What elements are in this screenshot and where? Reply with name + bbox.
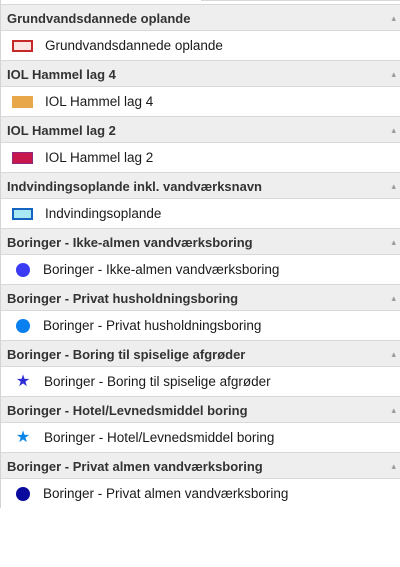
- group-title: Boringer - Privat husholdningsboring: [7, 291, 239, 306]
- dot-icon: [16, 486, 30, 501]
- group-title: Boringer - Boring til spiselige afgrøder: [7, 347, 246, 362]
- group-title: Boringer - Hotel/Levnedsmiddel boring: [7, 403, 248, 418]
- legend-group-header[interactable]: Indvindingsoplande inkl. vandværksnavn ▴: [1, 172, 400, 199]
- legend-item: Boringer - Privat almen vandværksboring: [1, 479, 400, 508]
- legend-item-label: IOL Hammel lag 4: [45, 94, 154, 109]
- star-icon: ★: [15, 373, 31, 390]
- group-title: IOL Hammel lag 2: [7, 123, 116, 138]
- dot-icon: [16, 318, 30, 333]
- legend-item: ★ Boringer - Hotel/Levnedsmiddel boring: [1, 423, 400, 452]
- outlined-rect-icon: [12, 39, 33, 52]
- legend-item-label: Boringer - Boring til spiselige afgrøder: [44, 374, 271, 389]
- group-title: Boringer - Ikke-almen vandværksboring: [7, 235, 253, 250]
- legend-group-header[interactable]: Boringer - Hotel/Levnedsmiddel boring ▴: [1, 396, 400, 423]
- filled-rect-icon: [12, 95, 33, 108]
- legend-group-header[interactable]: IOL Hammel lag 2 ▴: [1, 116, 400, 143]
- legend-group-header[interactable]: Boringer - Boring til spiselige afgrøder…: [1, 340, 400, 367]
- legend-item-label: Grundvandsdannede oplande: [45, 38, 223, 53]
- collapse-caret-icon[interactable]: ▴: [391, 117, 396, 144]
- legend-item: ★ Boringer - Boring til spiselige afgrød…: [1, 367, 400, 396]
- collapse-caret-icon[interactable]: ▴: [391, 173, 396, 200]
- legend-group-header[interactable]: Boringer - Ikke-almen vandværksboring ▴: [1, 228, 400, 255]
- legend-item-label: Indvindingsoplande: [45, 206, 162, 221]
- collapse-caret-icon[interactable]: ▴: [391, 285, 396, 312]
- outlined-rect-icon: [12, 207, 33, 220]
- legend-item-label: Boringer - Privat almen vandværksboring: [43, 486, 289, 501]
- collapse-caret-icon[interactable]: ▴: [391, 229, 396, 256]
- legend-item-label: Boringer - Hotel/Levnedsmiddel boring: [44, 430, 275, 445]
- legend-item: IOL Hammel lag 2: [1, 143, 400, 172]
- legend-item: Grundvandsdannede oplande: [1, 31, 400, 60]
- collapse-caret-icon[interactable]: ▴: [391, 453, 396, 480]
- legend-group-header[interactable]: Grundvandsdannede oplande ▴: [1, 4, 400, 31]
- group-title: Grundvandsdannede oplande: [7, 11, 191, 26]
- group-title: Boringer - Privat almen vandværksboring: [7, 459, 263, 474]
- legend-item-label: IOL Hammel lag 2: [45, 150, 154, 165]
- star-icon: ★: [15, 429, 31, 446]
- legend-item: Boringer - Privat husholdningsboring: [1, 311, 400, 340]
- collapse-caret-icon[interactable]: ▴: [391, 61, 396, 88]
- legend-item: Boringer - Ikke-almen vandværksboring: [1, 255, 400, 284]
- legend-item-label: Boringer - Privat husholdningsboring: [43, 318, 262, 333]
- legend-group-header[interactable]: Boringer - Privat husholdningsboring ▴: [1, 284, 400, 311]
- legend-group-header[interactable]: Boringer - Privat almen vandværksboring …: [1, 452, 400, 479]
- legend-item-label: Boringer - Ikke-almen vandværksboring: [43, 262, 280, 277]
- group-title: IOL Hammel lag 4: [7, 67, 116, 82]
- filled-rect-icon: [12, 151, 33, 164]
- legend-item: IOL Hammel lag 4: [1, 87, 400, 116]
- group-title: Indvindingsoplande inkl. vandværksnavn: [7, 179, 262, 194]
- map-legend: Grundvandsdannede oplande ▴ Grundvandsda…: [0, 0, 400, 508]
- legend-group-header[interactable]: IOL Hammel lag 4 ▴: [1, 60, 400, 87]
- collapse-caret-icon[interactable]: ▴: [391, 341, 396, 368]
- collapse-caret-icon[interactable]: ▴: [391, 397, 396, 424]
- legend-item: Indvindingsoplande: [1, 199, 400, 228]
- collapse-caret-icon[interactable]: ▴: [391, 5, 396, 32]
- dot-icon: [16, 262, 30, 277]
